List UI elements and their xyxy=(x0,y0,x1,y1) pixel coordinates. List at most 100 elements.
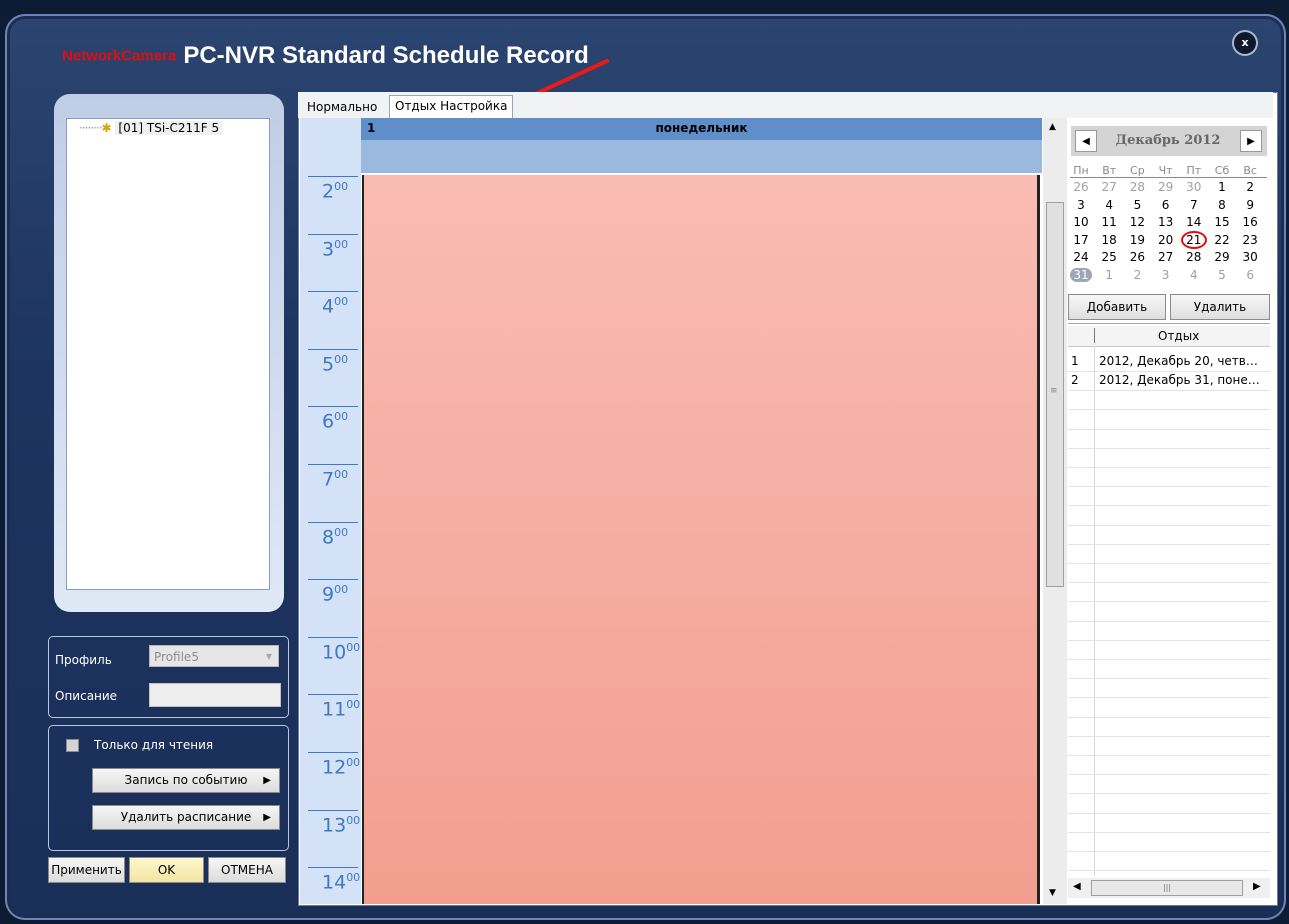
calendar-day[interactable]: 10 xyxy=(1070,215,1092,229)
calendar-day[interactable]: 3 xyxy=(1070,198,1092,212)
calendar-day[interactable]: 26 xyxy=(1126,250,1148,264)
delete-schedule-button[interactable]: Удалить расписание ▶ xyxy=(92,805,280,830)
holiday-row xyxy=(1068,832,1270,852)
calendar-day[interactable]: 16 xyxy=(1239,215,1261,229)
calendar-day[interactable]: 28 xyxy=(1126,180,1148,194)
add-holiday-button[interactable]: Добавить xyxy=(1068,294,1166,320)
calendar-day[interactable]: 19 xyxy=(1126,233,1148,247)
hour-label: 800 xyxy=(322,526,362,548)
calendar-day[interactable]: 30 xyxy=(1239,250,1261,264)
calendar-day[interactable]: 25 xyxy=(1098,250,1120,264)
holiday-row[interactable]: 2 2012, Декабрь 31, поне… xyxy=(1068,371,1270,392)
next-month-button[interactable]: ▶ xyxy=(1240,130,1262,152)
horizontal-scroll-thumb[interactable]: ||| xyxy=(1091,880,1243,896)
holiday-row xyxy=(1068,525,1270,545)
calendar-day[interactable]: 6 xyxy=(1155,198,1177,212)
hour-line xyxy=(308,233,358,235)
calendar-day[interactable]: 26 xyxy=(1070,180,1092,194)
readonly-checkbox[interactable] xyxy=(66,739,79,752)
calendar-day[interactable]: 15 xyxy=(1211,215,1233,229)
calendar-day[interactable]: 13 xyxy=(1155,215,1177,229)
profile-select-value: Profile5 xyxy=(154,650,199,664)
scroll-down-icon[interactable]: ▼ xyxy=(1049,888,1056,898)
description-label: Описание xyxy=(55,689,118,703)
ok-button[interactable]: OK xyxy=(129,857,204,883)
holiday-row xyxy=(1068,467,1270,488)
weekday-label: Пт xyxy=(1186,164,1202,177)
calendar-day[interactable]: 28 xyxy=(1183,250,1205,264)
hour-value: 3 xyxy=(322,237,335,260)
tree-item-id: [01] xyxy=(118,121,144,135)
calendar-day[interactable]: 31 xyxy=(1070,267,1092,282)
calendar-day[interactable]: 22 xyxy=(1211,233,1233,247)
calendar-day[interactable]: 20 xyxy=(1155,233,1177,247)
tab-holiday-settings[interactable]: Отдых Настройка xyxy=(389,95,514,118)
calendar-day[interactable]: 4 xyxy=(1183,268,1205,282)
calendar-day[interactable]: 5 xyxy=(1126,198,1148,212)
tab-normal[interactable]: Нормально xyxy=(307,97,377,117)
minute-value: 00 xyxy=(334,295,349,309)
calendar-day[interactable]: 4 xyxy=(1098,198,1120,212)
calendar-day[interactable]: 1 xyxy=(1098,268,1120,282)
calendar-day[interactable]: 5 xyxy=(1211,268,1233,282)
hour-line xyxy=(308,521,358,523)
holiday-row xyxy=(1068,582,1270,603)
delete-holiday-button[interactable]: Удалить xyxy=(1170,294,1270,320)
calendar-day[interactable]: 21 xyxy=(1183,233,1205,247)
hour-label: 1100 xyxy=(322,698,362,720)
hour-line xyxy=(308,176,358,177)
event-record-button[interactable]: Запись по событию ▶ xyxy=(92,768,280,793)
scroll-left-icon[interactable]: ◀ xyxy=(1073,881,1081,892)
day-header: 1 понедельник xyxy=(361,118,1042,140)
record-block[interactable] xyxy=(362,175,1040,904)
calendar-day[interactable]: 27 xyxy=(1098,180,1120,194)
calendar-day[interactable]: 6 xyxy=(1239,268,1261,282)
holiday-row xyxy=(1068,506,1270,526)
profile-label: Профиль xyxy=(55,653,112,667)
calendar-day[interactable]: 30 xyxy=(1183,180,1205,194)
calendar-day[interactable]: 27 xyxy=(1155,250,1177,264)
holiday-row-number: 1 xyxy=(1071,354,1079,368)
hour-label: 300 xyxy=(322,238,362,260)
weekday-label: Чт xyxy=(1158,164,1173,177)
brand-label: NetworkCamera xyxy=(62,47,177,65)
calendar-day[interactable]: 11 xyxy=(1098,215,1120,229)
delete-schedule-label: Удалить расписание xyxy=(120,810,252,824)
cancel-button[interactable]: ОТМЕНА xyxy=(208,857,286,883)
prev-month-button[interactable]: ◀ xyxy=(1075,130,1097,152)
holiday-row xyxy=(1068,563,1270,584)
readonly-label: Только для чтения xyxy=(94,738,214,752)
calendar-day[interactable]: 14 xyxy=(1183,215,1205,229)
calendar-day[interactable]: 29 xyxy=(1211,250,1233,264)
calendar-day[interactable]: 24 xyxy=(1070,250,1092,264)
holiday-row xyxy=(1068,813,1270,833)
holiday-row[interactable]: 1 2012, Декабрь 20, четв… xyxy=(1068,352,1270,372)
calendar-day[interactable]: 9 xyxy=(1239,198,1261,212)
apply-button[interactable]: Применить xyxy=(48,857,125,883)
scroll-up-icon[interactable]: ▲ xyxy=(1049,122,1056,132)
calendar-day[interactable]: 7 xyxy=(1183,198,1205,212)
calendar-day[interactable]: 29 xyxy=(1155,180,1177,194)
calendar-day[interactable]: 8 xyxy=(1211,198,1233,212)
calendar-day[interactable]: 2 xyxy=(1126,268,1148,282)
calendar-day[interactable]: 18 xyxy=(1098,233,1120,247)
calendar-day[interactable]: 12 xyxy=(1126,215,1148,229)
day-subheader xyxy=(361,140,1042,173)
hour-line xyxy=(308,752,358,753)
time-column xyxy=(300,118,361,904)
profile-select[interactable]: Profile5 ▼ xyxy=(149,645,279,667)
calendar-day[interactable]: 2 xyxy=(1239,180,1261,194)
weekday-divider xyxy=(1070,177,1267,178)
tree-item-count: 5 xyxy=(211,121,220,135)
calendar-day[interactable]: 23 xyxy=(1239,233,1261,247)
scroll-right-icon[interactable]: ▶ xyxy=(1253,881,1261,892)
calendar-day[interactable]: 3 xyxy=(1155,268,1177,282)
tree-item-name: TSi-C211F xyxy=(146,121,208,135)
vertical-scroll-thumb[interactable]: ≡ xyxy=(1046,202,1064,587)
calendar-day[interactable]: 1 xyxy=(1211,180,1233,194)
calendar-day[interactable]: 17 xyxy=(1070,233,1092,247)
close-button[interactable]: x xyxy=(1234,32,1256,54)
tree-item-camera[interactable]: ········✱ [01] TSi-C211F 5 xyxy=(79,121,223,135)
description-field[interactable] xyxy=(149,683,281,707)
hour-value: 11 xyxy=(322,698,347,721)
